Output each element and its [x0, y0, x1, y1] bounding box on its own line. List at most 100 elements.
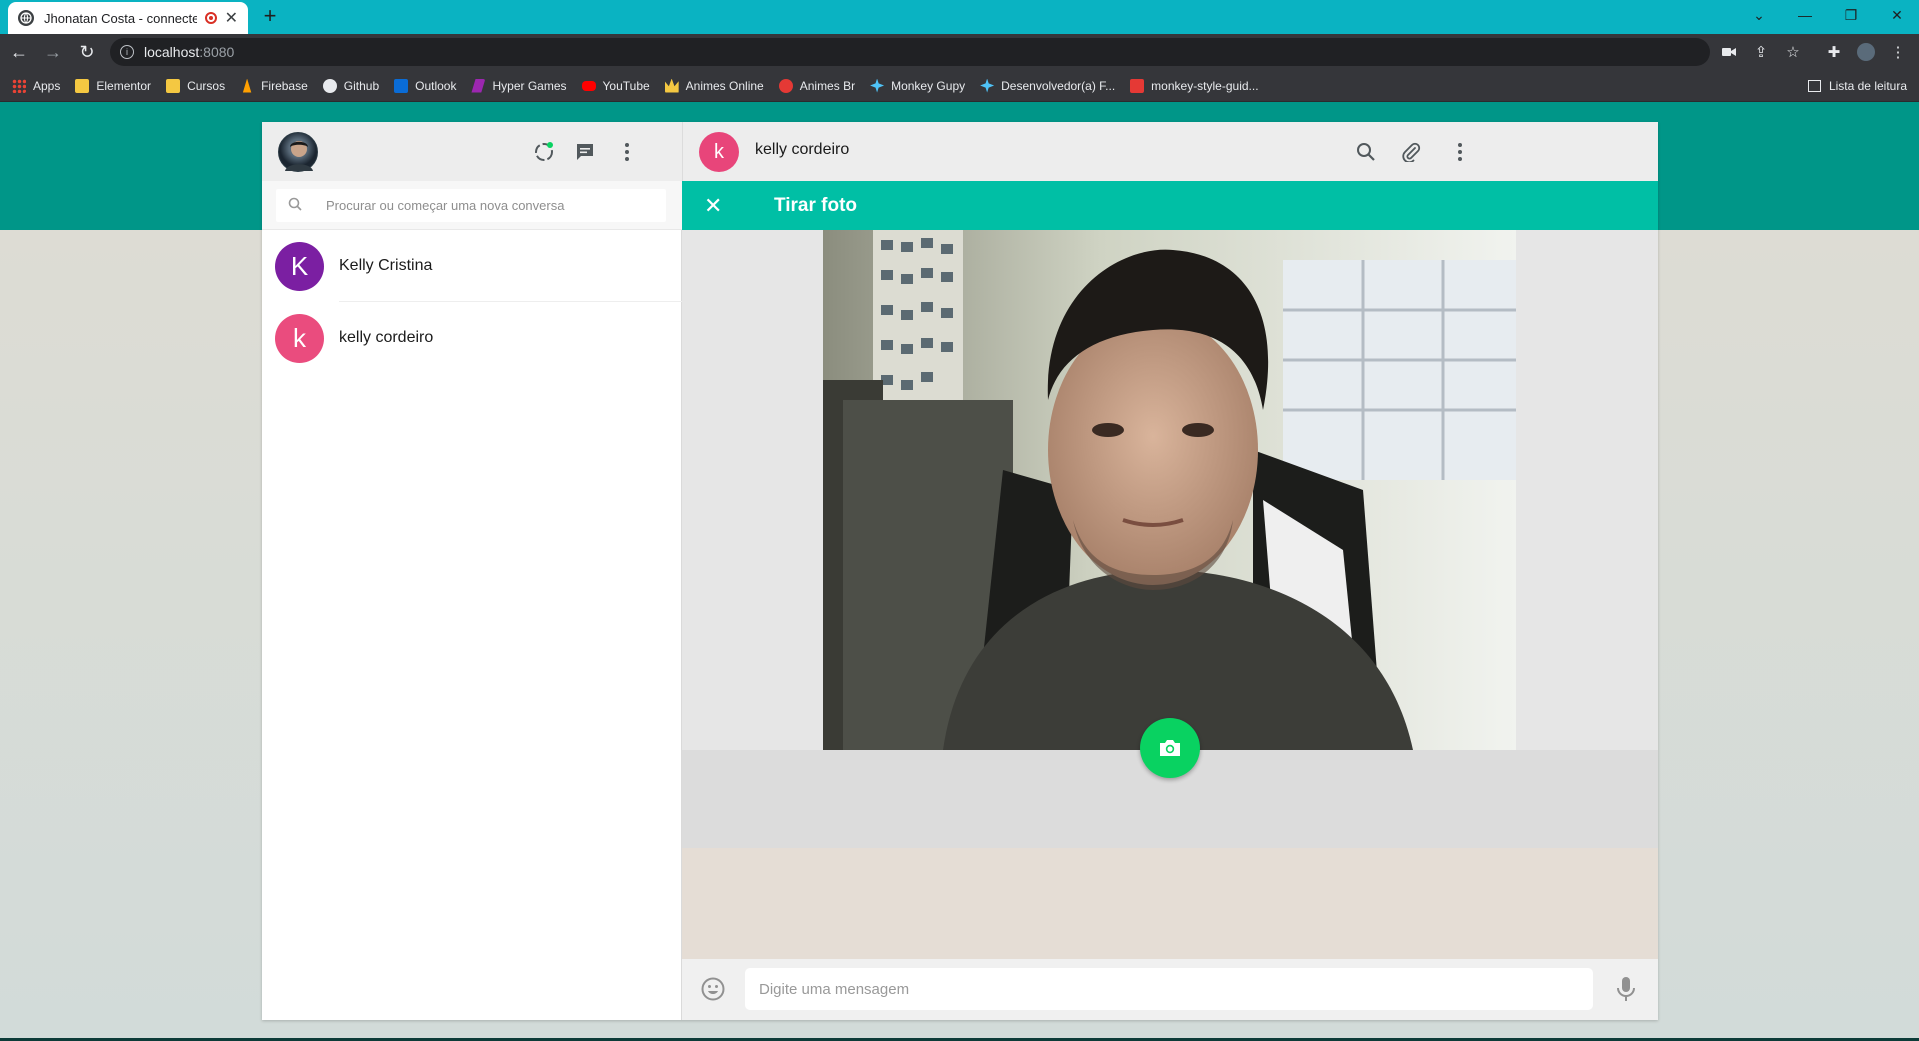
reading-list-icon — [1807, 80, 1821, 92]
profile-avatar[interactable] — [1852, 34, 1880, 70]
bookmark-animes-br[interactable]: Animes Br — [778, 78, 856, 93]
youtube-icon — [581, 80, 596, 91]
reload-button[interactable]: ↻ — [72, 37, 102, 67]
bookmark-desenvolvedor[interactable]: Desenvolvedor(a) F... — [980, 78, 1116, 93]
contact-avatar: k — [275, 313, 324, 363]
my-avatar[interactable] — [278, 132, 318, 172]
browser-tab[interactable]: Jhonatan Costa - connected ✕ — [8, 2, 248, 34]
close-window-button[interactable]: ✕ — [1874, 0, 1919, 30]
new-chat-icon[interactable] — [572, 139, 598, 165]
hyper-games-icon — [471, 78, 486, 93]
recording-icon — [204, 12, 217, 24]
bookmark-star-icon[interactable]: ☆ — [1779, 34, 1807, 70]
contact-name: Kelly Cristina — [339, 257, 433, 274]
bookmarks-bar: Apps Elementor Cursos Firebase Github Ou… — [0, 70, 1919, 102]
camera-in-use-icon[interactable] — [1715, 34, 1743, 70]
bookmark-elementor[interactable]: Elementor — [75, 78, 152, 93]
browser-menu-icon[interactable]: ⋮ — [1884, 34, 1912, 70]
bookmark-animes-online[interactable]: Animes Online — [664, 78, 764, 93]
close-icon[interactable]: ✕ — [704, 193, 744, 219]
bookmark-label: YouTube — [602, 78, 650, 93]
search-input[interactable] — [326, 198, 656, 213]
address-bar[interactable]: i localhost:8080 — [110, 38, 1710, 66]
sidebar-header — [262, 122, 682, 181]
contact-item-kelly-cordeiro[interactable]: k kelly cordeiro — [262, 302, 682, 374]
chat-search-icon[interactable] — [1353, 139, 1379, 165]
bookmark-label: Desenvolvedor(a) F... — [1001, 78, 1116, 93]
contact-avatar: K — [275, 241, 324, 291]
gear-star-icon — [870, 78, 885, 93]
camera-icon — [1160, 740, 1180, 756]
outlook-icon — [394, 78, 409, 93]
bookmark-label: Animes Online — [685, 78, 764, 93]
status-icon[interactable] — [531, 139, 557, 165]
bookmark-github[interactable]: Github — [322, 78, 379, 93]
bookmark-monkey-style-guide[interactable]: monkey-style-guid... — [1130, 78, 1259, 93]
github-icon — [322, 78, 337, 93]
microphone-icon[interactable] — [1614, 975, 1638, 1003]
sidebar: K Kelly Cristina k kelly cordeiro — [262, 122, 682, 1020]
bookmark-apps[interactable]: Apps — [12, 78, 61, 93]
share-icon[interactable]: ⇪ — [1747, 34, 1775, 70]
globe-icon — [18, 10, 34, 26]
chat-header: k kelly cordeiro — [682, 122, 1658, 181]
tab-search-icon[interactable]: ⌄ — [1736, 0, 1782, 30]
chat-contact-name[interactable]: kelly cordeiro — [755, 141, 849, 159]
bookmark-label: Outlook — [415, 78, 457, 93]
camera-preview — [823, 230, 1516, 750]
message-footer — [682, 959, 1658, 1020]
search-icon — [288, 197, 318, 214]
search-box — [276, 189, 666, 222]
bookmark-cursos[interactable]: Cursos — [166, 78, 226, 93]
camera-panel — [682, 230, 1658, 848]
monkey-style-icon — [1130, 78, 1145, 93]
url-port: :8080 — [199, 44, 235, 60]
bookmark-youtube[interactable]: YouTube — [581, 78, 650, 93]
contact-name: kelly cordeiro — [339, 329, 434, 346]
bookmark-label: Firebase — [261, 78, 308, 93]
site-info-icon[interactable]: i — [120, 45, 134, 59]
chat-menu-icon[interactable] — [1447, 139, 1473, 165]
tab-close-icon[interactable]: ✕ — [225, 8, 238, 28]
reading-list-label: Lista de leitura — [1828, 79, 1907, 93]
bookmark-label: Monkey Gupy — [891, 78, 966, 93]
tab-title: Jhonatan Costa - connected — [44, 10, 197, 26]
gear-star-icon — [980, 78, 995, 93]
folder-icon — [75, 78, 90, 93]
bookmark-outlook[interactable]: Outlook — [394, 78, 457, 93]
crown-icon — [664, 78, 679, 93]
back-button[interactable]: ← — [4, 37, 34, 67]
browser-toolbar: ← → ↻ i localhost:8080 ⇪ ☆ ✚ ⋮ — [0, 34, 1919, 70]
take-photo-bar: ✕ Tirar foto — [682, 181, 1658, 230]
bookmark-label: Hyper Games — [492, 78, 567, 93]
bookmark-hyper-games[interactable]: Hyper Games — [471, 78, 567, 93]
minimize-button[interactable]: — — [1782, 0, 1828, 30]
menu-icon[interactable] — [614, 139, 640, 165]
restore-button[interactable]: ❐ — [1828, 0, 1874, 30]
firebase-icon — [242, 78, 252, 93]
bookmark-label: Elementor — [96, 78, 152, 93]
bookmark-monkey-gupy[interactable]: Monkey Gupy — [870, 78, 966, 93]
chat-avatar[interactable]: k — [699, 132, 739, 172]
take-photo-button[interactable] — [1140, 718, 1200, 778]
browser-tabstrip: Jhonatan Costa - connected ✕ + ⌄ — ❐ ✕ — [0, 0, 1919, 34]
chat-pane: k kelly cordeiro ✕ Tirar foto — [682, 122, 1658, 1020]
bookmark-firebase[interactable]: Firebase — [240, 78, 308, 93]
extensions-icon[interactable]: ✚ — [1820, 34, 1848, 70]
url-host: localhost — [144, 44, 200, 60]
forward-button[interactable]: → — [38, 37, 68, 67]
bookmark-label: Animes Br — [799, 78, 856, 93]
contact-item-kelly-cristina[interactable]: K Kelly Cristina — [262, 230, 682, 302]
attach-icon[interactable] — [1398, 139, 1424, 165]
bookmark-label: Cursos — [187, 78, 226, 93]
search-panel — [262, 181, 682, 230]
bookmark-label: monkey-style-guid... — [1151, 78, 1259, 93]
bookmark-label: Apps — [33, 78, 61, 93]
reading-list-button[interactable]: Lista de leitura — [1807, 70, 1907, 102]
message-input[interactable] — [745, 968, 1593, 1010]
apps-grid-icon — [12, 78, 26, 93]
emoji-icon[interactable] — [700, 976, 726, 1002]
take-photo-title: Tirar foto — [774, 194, 858, 216]
new-tab-button[interactable]: + — [258, 3, 282, 28]
whatsapp-app: K Kelly Cristina k kelly cordeiro k kell… — [262, 122, 1658, 1020]
